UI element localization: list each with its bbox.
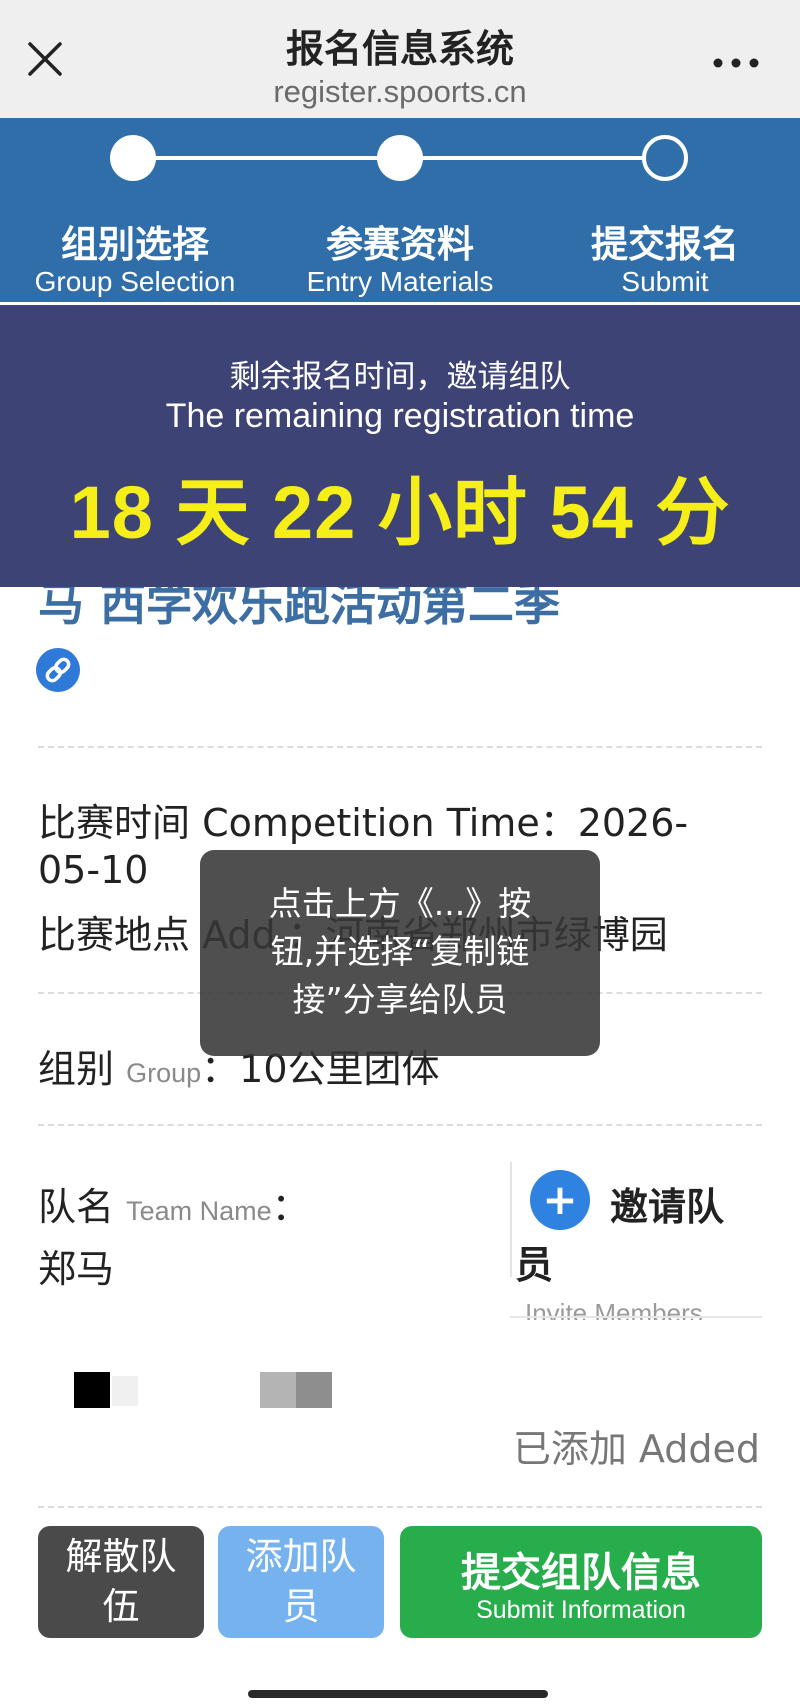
step-dot-group-selection xyxy=(110,135,156,181)
invite-members-label-cont[interactable]: 员 xyxy=(515,1234,553,1289)
disband-label-line1: 解散队 xyxy=(65,1535,177,1578)
competition-time: 比赛时间 Competition Time：2026- xyxy=(38,801,689,845)
submit-team-info-button[interactable]: 提交组队信息 Submit Information xyxy=(400,1526,762,1638)
countdown-label-cn: 剩余报名时间，邀请组队 xyxy=(229,359,571,395)
divider xyxy=(38,1506,762,1508)
disband-label-line2: 伍 xyxy=(102,1585,140,1628)
added-status: 已添加 Added xyxy=(512,1427,760,1471)
submit-label-en: Submit Information xyxy=(476,1596,686,1624)
member-avatar-blur xyxy=(112,1376,138,1406)
step-dot-submit xyxy=(642,135,688,181)
add-label-line2: 员 xyxy=(282,1585,320,1628)
top-bar: 报名信息系统 register.spoorts.cn xyxy=(0,0,800,118)
step-subtitle-submit: Submit xyxy=(621,266,709,297)
team-name-row: 队名 Team Name： xyxy=(38,1176,310,1231)
countdown-value: 18 天 22 小时 54 分 xyxy=(69,471,731,554)
step-subtitle-group-selection: Group Selection xyxy=(34,266,236,297)
countdown-banner: 剩余报名时间，邀请组队 The remaining registration t… xyxy=(0,305,800,587)
submit-label-cn: 提交组队信息 xyxy=(461,1550,701,1596)
divider xyxy=(38,1124,762,1126)
invite-members-label[interactable]: 邀请队 xyxy=(610,1176,724,1231)
competition-time-cont: 05-10 xyxy=(38,848,149,892)
disband-team-button[interactable]: 解散队 伍 xyxy=(38,1526,204,1638)
step-title-entry-materials: 参赛资料 xyxy=(326,223,474,266)
more-icon[interactable] xyxy=(712,55,760,71)
page-url: register.spoorts.cn xyxy=(273,74,527,109)
divider xyxy=(38,746,762,748)
group-label: 组别 xyxy=(38,1047,115,1091)
step-title-submit: 提交报名 xyxy=(591,223,739,266)
step-dot-entry-materials xyxy=(377,135,423,181)
step-subtitle-entry-materials: Entry Materials xyxy=(306,266,494,297)
team-name-value: 郑马 xyxy=(38,1247,115,1291)
link-icon[interactable] xyxy=(36,648,80,692)
toast-line: 点击上方《...》按 xyxy=(268,884,532,923)
member-avatar xyxy=(260,1372,296,1408)
add-label-line1: 添加队 xyxy=(245,1535,357,1578)
countdown-label-en: The remaining registration time xyxy=(165,397,635,435)
divider xyxy=(510,1316,762,1318)
invite-plus-icon[interactable]: + xyxy=(530,1170,590,1230)
team-label: 队名 xyxy=(38,1185,115,1229)
vertical-separator xyxy=(510,1162,512,1277)
home-indicator xyxy=(248,1690,548,1698)
team-label-en: Team Name xyxy=(126,1196,272,1226)
toast-line: 接”分享给队员 xyxy=(292,980,508,1019)
step-progress: 组别选择 Group Selection 参赛资料 Entry Material… xyxy=(0,118,800,302)
member-avatar xyxy=(74,1372,110,1408)
team-colon: ： xyxy=(271,1185,310,1229)
share-hint-toast: 点击上方《...》按 钮,并选择“复制链 接”分享给队员 xyxy=(200,850,600,1056)
page-title: 报名信息系统 xyxy=(285,27,514,71)
member-avatar-blur xyxy=(296,1372,332,1408)
group-label-en: Group xyxy=(126,1058,202,1088)
toast-line: 钮,并选择“复制链 xyxy=(270,932,530,971)
add-member-button[interactable]: 添加队 员 xyxy=(218,1526,384,1638)
step-title-group-selection: 组别选择 xyxy=(61,223,209,266)
